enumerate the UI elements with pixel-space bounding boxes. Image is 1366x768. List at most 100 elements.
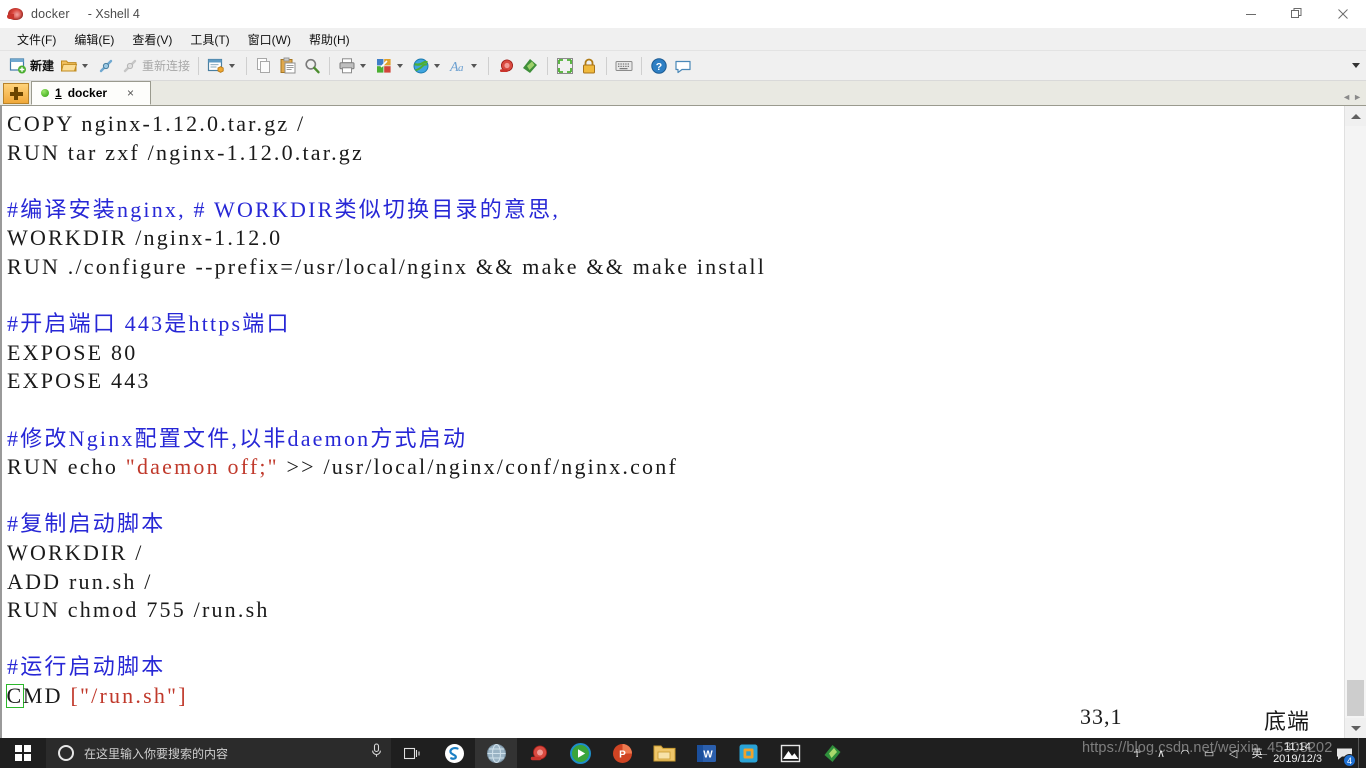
tab-scroll-left-icon[interactable]: ◄ [1342,93,1351,102]
menu-edit[interactable]: 编辑(E) [65,29,123,50]
action-center-icon[interactable]: 4 [1330,738,1358,768]
word-icon[interactable]: W [685,738,727,768]
fullscreen-icon [557,57,574,74]
menu-bar: 文件(F) 编辑(E) 查看(V) 工具(T) 窗口(W) 帮助(H) [0,28,1366,51]
terminal-comment-text: #修改Nginx配置文件,以非daemon方式启动 [7,425,468,451]
connect-button[interactable] [94,54,118,78]
terminal-line: RUN tar zxf /nginx-1.12.0.tar.gz [4,139,1344,168]
new-session-button[interactable]: 新建 [6,54,57,78]
help-button[interactable]: ? [647,54,671,78]
people-icon[interactable]: ☥ [1125,738,1149,768]
open-session-caret-icon[interactable] [82,63,89,68]
scroll-down-arrow[interactable] [1345,718,1366,738]
feedback-button[interactable] [671,54,695,78]
browser-caret-icon[interactable] [434,63,441,68]
print-caret-icon[interactable] [360,63,367,68]
fullscreen-button[interactable] [553,54,577,78]
menu-help[interactable]: 帮助(H) [300,29,359,50]
menu-window[interactable]: 窗口(W) [239,29,300,50]
terminal-line: #修改Nginx配置文件,以非daemon方式启动 [4,425,1344,454]
terminal-comment-text: #运行启动脚本 [7,654,166,680]
taskbar-clock[interactable]: 11:14 2019/12/3 [1269,741,1330,765]
battery-icon[interactable]: ▭ [1197,738,1221,768]
toolbar-overflow-icon[interactable] [1352,63,1360,68]
tab-index: 1 [55,86,62,100]
powerpoint-icon[interactable]: P [601,738,643,768]
close-icon[interactable] [1320,0,1366,28]
tab-close-icon[interactable]: × [127,86,134,100]
task-view-icon[interactable] [391,738,433,768]
lock-button[interactable] [577,54,601,78]
toolbar: 新建 重新连接 A a ? [0,51,1366,81]
new-session-icon [9,57,26,73]
minimize-icon[interactable] [1228,0,1274,28]
terminal-line: #复制启动脚本 [4,510,1344,539]
cortana-icon[interactable] [58,745,74,761]
tab-scroll-right-icon[interactable]: ► [1353,93,1362,102]
network-icon[interactable]: ◠ [1173,738,1197,768]
terminal-scrollbar[interactable] [1344,106,1366,738]
terminal-text: RUN echo [7,454,126,480]
scrollbar-track[interactable] [1345,126,1366,718]
print-button[interactable] [335,54,372,78]
keyboard-icon [615,60,633,71]
terminal-line: #编译安装nginx, # WORKDIR类似切换目录的意思, [4,196,1344,225]
tab-docker[interactable]: 1 docker × [31,81,151,105]
xshell-button[interactable] [494,54,518,78]
ime-language-icon[interactable]: 英 [1245,738,1269,768]
terminal-line: WORKDIR / [4,539,1344,568]
clock-time: 11:14 [1284,741,1311,753]
search-placeholder: 在这里输入你要搜索的内容 [84,746,229,761]
menu-view[interactable]: 查看(V) [123,29,181,50]
tab-title: docker [67,86,108,100]
maximize-icon[interactable] [1274,0,1320,28]
green-book-icon[interactable] [811,738,853,768]
terminal-comment-text: #复制启动脚本 [7,511,166,537]
microphone-icon[interactable] [370,743,383,763]
copy-button[interactable] [252,54,276,78]
session-manager-caret-icon[interactable] [229,63,236,68]
toolbar-separator [329,56,331,75]
scroll-up-arrow[interactable] [1345,106,1366,126]
xshell-snail-icon [500,59,514,72]
notification-count-badge: 4 [1343,754,1356,767]
terminal-line: EXPOSE 443 [4,367,1344,396]
terminal-line: RUN chmod 755 /run.sh [4,596,1344,625]
scroll-thumb[interactable] [1347,680,1364,716]
session-manager-button[interactable] [204,54,241,78]
terminal-screen[interactable]: COPY nginx-1.12.0.tar.gz / RUN tar zxf /n… [0,106,1344,738]
toolbar-separator [606,56,608,75]
find-button[interactable] [300,54,324,78]
taskbar-search-box[interactable]: 在这里输入你要搜索的内容 [46,738,391,768]
transfer-button[interactable] [372,54,409,78]
show-desktop-button[interactable] [1358,738,1364,768]
menu-file[interactable]: 文件(F) [8,29,65,50]
browser-button[interactable] [409,54,446,78]
svg-text:a: a [458,62,464,74]
photo-viewer-icon[interactable] [769,738,811,768]
menu-tools[interactable]: 工具(T) [181,29,238,50]
hidden-icons-chevron[interactable]: ∧ [1149,738,1173,768]
globe-browser-icon[interactable] [475,738,517,768]
paste-button[interactable] [276,54,300,78]
xftp-button[interactable] [518,54,542,78]
transfer-caret-icon[interactable] [397,63,404,68]
volume-icon[interactable]: ◁ [1221,738,1245,768]
sogou-input-icon[interactable] [433,738,475,768]
file-explorer-icon[interactable] [643,738,685,768]
reconnect-button[interactable]: 重新连接 [118,54,193,78]
windows-start-icon[interactable] [0,738,46,768]
font-button[interactable]: A a [446,54,483,78]
new-tab-button[interactable] [3,83,29,104]
open-session-button[interactable] [57,54,94,78]
xshell-window: docker - Xshell 4 文件(F) 编辑(E) 查看(V) 工具(T… [0,0,1366,768]
speech-bubble-icon [675,60,691,73]
vmware-icon[interactable] [727,738,769,768]
xshell-snail-icon[interactable] [517,738,559,768]
media-player-icon[interactable] [559,738,601,768]
keyboard-button[interactable] [612,54,636,78]
font-caret-icon[interactable] [471,63,478,68]
